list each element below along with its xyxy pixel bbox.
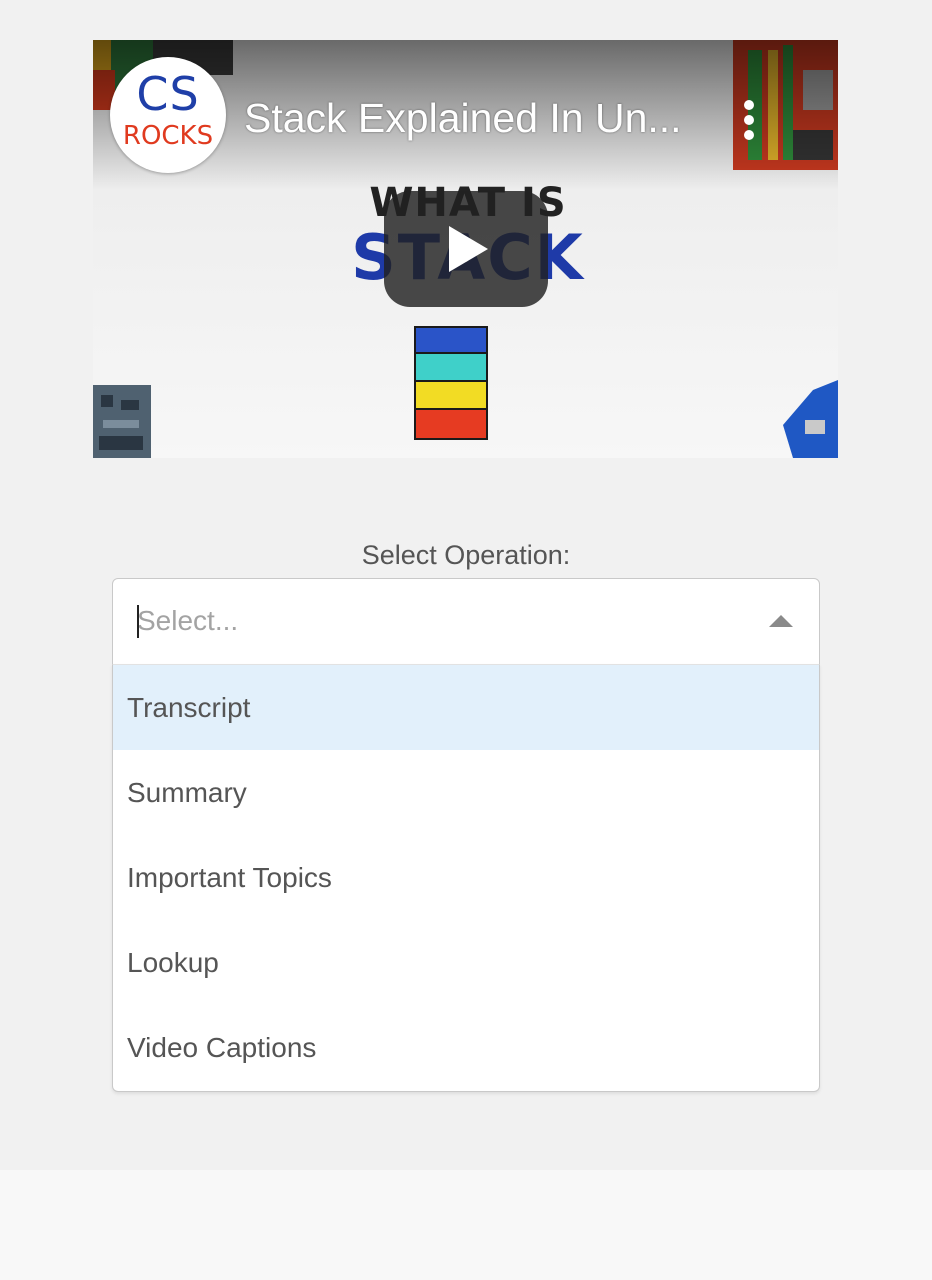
operation-select[interactable] <box>112 578 820 665</box>
channel-avatar[interactable]: CS ROCKS <box>110 57 226 173</box>
operation-options-menu: Transcript Summary Important Topics Look… <box>112 664 820 1092</box>
option-important-topics[interactable]: Important Topics <box>113 835 819 920</box>
channel-logo-line1: CS <box>136 67 200 121</box>
page: WHAT IS STACK CS ROCKS Stack Explained I… <box>0 0 932 1280</box>
option-summary[interactable]: Summary <box>113 750 819 835</box>
video-embed[interactable]: WHAT IS STACK CS ROCKS Stack Explained I… <box>93 40 838 458</box>
footer-area <box>0 1170 932 1280</box>
vertical-dots-icon[interactable] <box>738 98 760 142</box>
option-transcript[interactable]: Transcript <box>113 665 819 750</box>
caret-up-icon[interactable] <box>767 612 795 630</box>
option-lookup[interactable]: Lookup <box>113 920 819 1005</box>
channel-logo-line2: ROCKS <box>122 121 214 151</box>
text-cursor <box>137 605 139 638</box>
video-title[interactable]: Stack Explained In Un... <box>244 92 704 144</box>
play-button[interactable] <box>384 191 548 307</box>
select-operation-label: Select Operation: <box>361 540 571 570</box>
operation-select-input[interactable] <box>137 597 737 645</box>
option-video-captions[interactable]: Video Captions <box>113 1005 819 1090</box>
play-icon <box>449 226 488 272</box>
